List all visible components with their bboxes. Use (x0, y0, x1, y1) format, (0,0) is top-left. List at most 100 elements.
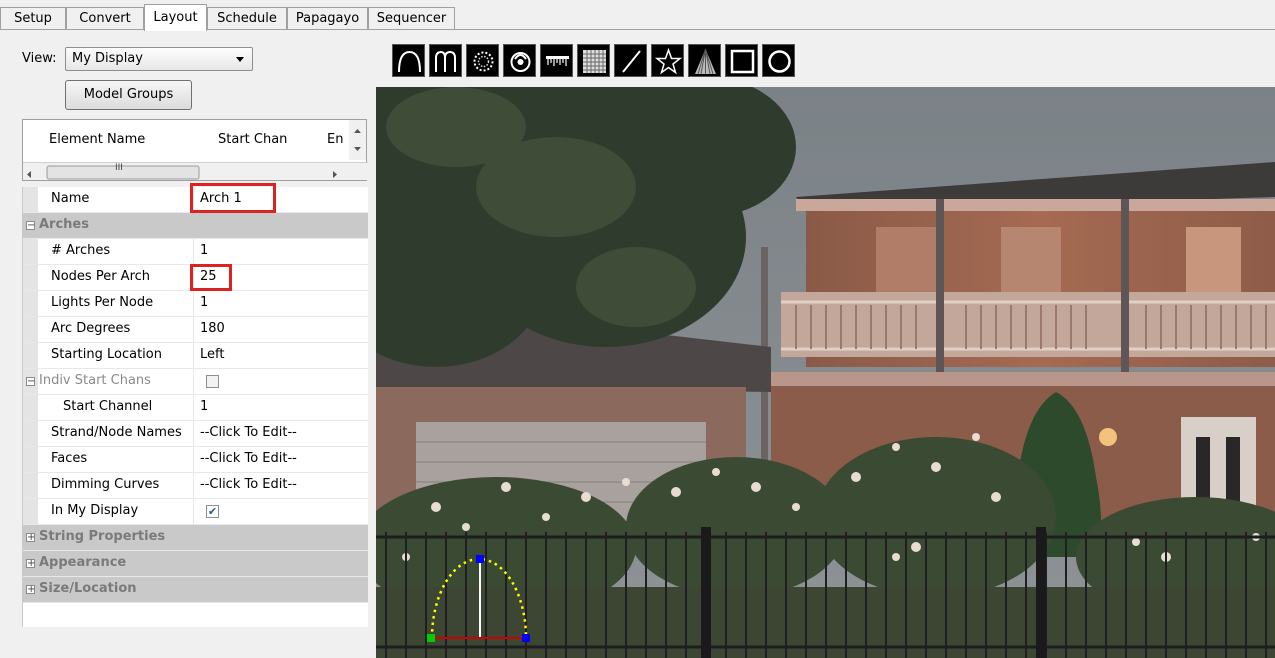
chevron-down-icon (236, 57, 244, 62)
row-margin (23, 421, 38, 446)
collapse-icon[interactable]: − (26, 377, 35, 387)
divider (193, 317, 194, 342)
expand-icon[interactable]: + (26, 559, 35, 569)
expand-icon[interactable]: + (26, 533, 35, 543)
prop-row-faces[interactable]: Faces --Click To Edit-- (23, 447, 368, 473)
in-my-display-checkbox[interactable]: ✔ (206, 505, 219, 518)
category-label: String Properties (39, 529, 166, 544)
tab-setup[interactable]: Setup (0, 7, 66, 29)
divider (193, 291, 194, 316)
divider (193, 369, 194, 394)
wreath-icon[interactable] (762, 44, 795, 77)
prop-label: Start Channel (63, 399, 153, 414)
prop-label: In My Display (51, 503, 139, 518)
category-string-properties[interactable]: + String Properties (23, 525, 368, 551)
prop-label: Starting Location (51, 347, 162, 362)
prop-row-strand-node-names[interactable]: Strand/Node Names --Click To Edit-- (23, 421, 368, 447)
arch-model[interactable] (376, 87, 1275, 658)
scroll-track (27, 165, 337, 180)
collapse-icon[interactable]: − (26, 221, 35, 231)
candy-cane-icon[interactable] (429, 44, 462, 77)
prop-label: Lights Per Node (51, 295, 154, 310)
prop-label: Nodes Per Arch (51, 269, 151, 284)
prop-label: Strand/Node Names (51, 425, 182, 440)
prop-row-dimming-curves[interactable]: Dimming Curves --Click To Edit-- (23, 473, 368, 499)
category-label: Appearance (39, 555, 127, 570)
divider (193, 421, 194, 446)
prop-value[interactable]: 180 (200, 321, 225, 336)
prop-value[interactable]: --Click To Edit-- (200, 425, 297, 440)
highlight-nodes-per-arch (190, 264, 232, 291)
window-frame-icon[interactable] (725, 44, 758, 77)
left-panel: View: My Display Model Groups Element Na… (0, 31, 376, 658)
spinner-icon[interactable] (503, 44, 536, 77)
divider (193, 499, 194, 524)
category-arches[interactable]: − Arches (23, 213, 368, 239)
row-margin (23, 291, 38, 316)
row-margin (23, 473, 38, 498)
arch-icon[interactable] (392, 44, 425, 77)
arch-end-handle[interactable] (522, 634, 530, 642)
category-size-location[interactable]: + Size/Location (23, 577, 368, 603)
divider (193, 473, 194, 498)
single-line-icon[interactable] (614, 44, 647, 77)
indiv-start-chans-checkbox[interactable] (206, 375, 219, 388)
row-margin (23, 187, 38, 212)
icicles-icon[interactable] (540, 44, 573, 77)
prop-value[interactable]: 1 (200, 295, 208, 310)
prop-row-indiv-start-chans[interactable]: − Indiv Start Chans (23, 369, 368, 395)
model-groups-button[interactable]: Model Groups (65, 80, 192, 110)
prop-label: Name (51, 191, 90, 206)
prop-label: Faces (51, 451, 88, 466)
prop-row-in-my-display[interactable]: In My Display ✔ (23, 499, 368, 525)
prop-row-num-arches[interactable]: # Arches 1 (23, 239, 368, 265)
prop-value[interactable]: --Click To Edit-- (200, 477, 297, 492)
prop-value[interactable]: 1 (200, 243, 208, 258)
view-select-value: My Display (72, 51, 143, 66)
prop-row-starting-location[interactable]: Starting Location Left (23, 343, 368, 369)
prop-label: Dimming Curves (51, 477, 160, 492)
tab-schedule[interactable]: Schedule (207, 7, 287, 29)
divider (193, 447, 194, 472)
row-margin (23, 447, 38, 472)
view-label: View: (22, 51, 57, 66)
prop-row-lights-per-node[interactable]: Lights Per Node 1 (23, 291, 368, 317)
expand-icon[interactable]: + (26, 585, 35, 595)
column-header-element-name[interactable]: Element Name (49, 120, 145, 160)
tree-icon[interactable] (688, 44, 721, 77)
model-toolbar (376, 31, 1275, 87)
column-header-end[interactable]: En (327, 120, 343, 160)
prop-label: Arc Degrees (51, 321, 131, 336)
row-margin (23, 265, 38, 290)
category-label: Arches (39, 217, 89, 232)
tab-bar: Setup Convert Layout Schedule Papagayo S… (0, 0, 1275, 31)
tab-layout[interactable]: Layout (144, 4, 207, 31)
row-margin (23, 343, 38, 368)
arch-top-handle[interactable] (476, 555, 484, 563)
prop-value[interactable]: Left (200, 347, 224, 362)
element-list[interactable]: Element Name Start Chan En III (22, 119, 368, 181)
tab-papagayo[interactable]: Papagayo (287, 7, 368, 29)
arch-start-handle[interactable] (427, 634, 435, 642)
matrix-icon[interactable] (577, 44, 610, 77)
tab-convert[interactable]: Convert (66, 7, 144, 29)
column-header-start-chan[interactable]: Start Chan (218, 120, 287, 160)
prop-value[interactable]: --Click To Edit-- (200, 451, 297, 466)
row-margin (23, 317, 38, 342)
circle-dots-icon[interactable] (466, 44, 499, 77)
prop-row-start-channel[interactable]: Start Channel 1 (23, 395, 368, 421)
view-select[interactable]: My Display (65, 47, 253, 71)
layout-canvas[interactable] (376, 87, 1275, 658)
highlight-name-value (190, 183, 276, 213)
prop-row-arc-degrees[interactable]: Arc Degrees 180 (23, 317, 368, 343)
horizontal-scrollbar[interactable]: III (23, 162, 368, 180)
divider (193, 239, 194, 264)
tab-sequencer[interactable]: Sequencer (368, 7, 455, 29)
divider (193, 395, 194, 420)
vertical-scrollbar[interactable] (349, 120, 366, 160)
category-appearance[interactable]: + Appearance (23, 551, 368, 577)
row-margin (23, 239, 38, 264)
property-grid: Name Arch 1 − Arches # Arches 1 Nodes Pe… (22, 183, 368, 627)
star-icon[interactable] (651, 44, 684, 77)
prop-value[interactable]: 1 (200, 399, 208, 414)
